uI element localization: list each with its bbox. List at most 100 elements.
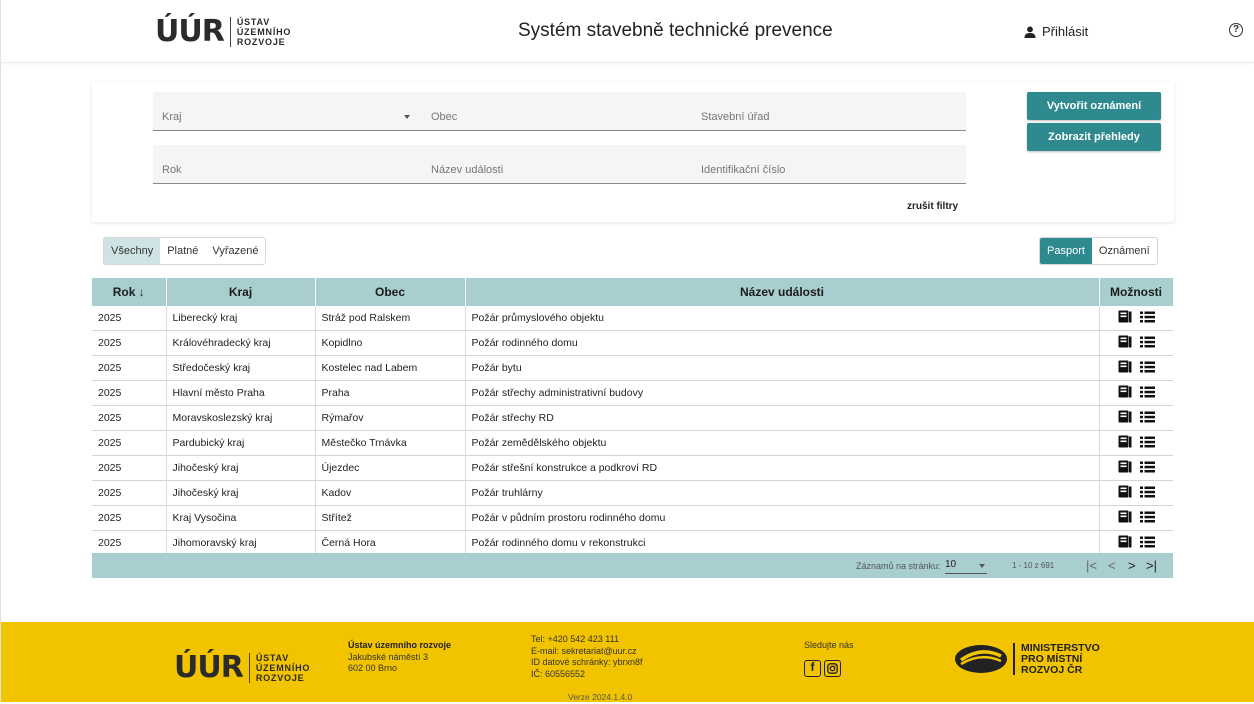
cell-actions: [1099, 330, 1173, 356]
nazev-udalosti-label: Název události: [431, 164, 504, 176]
footer-address-line: Jakubské náměstí 3: [348, 651, 429, 662]
next-page-icon[interactable]: >: [1128, 558, 1136, 573]
tab-platne[interactable]: Platné: [160, 238, 206, 264]
detail-icon[interactable]: [1118, 485, 1132, 501]
clear-filters-link[interactable]: zrušit filtry: [907, 201, 958, 212]
logo-separator: [248, 652, 250, 683]
list-icon[interactable]: [1139, 386, 1155, 401]
cell-nazev: Požár průmyslového objektu: [465, 306, 1100, 331]
column-header-rok[interactable]: Rok ↓: [92, 278, 167, 306]
ministry-separator: [1013, 643, 1015, 675]
cell-actions: [1099, 505, 1173, 531]
tab-oznameni[interactable]: Oznámení: [1091, 238, 1157, 264]
login-button[interactable]: Přihlásit: [1024, 24, 1088, 39]
identifikacni-cislo-field[interactable]: Identifikační číslo: [692, 145, 966, 184]
detail-icon[interactable]: [1118, 435, 1132, 451]
stavebni-urad-field[interactable]: Stavební úřad: [692, 92, 966, 131]
table-row[interactable]: 2025 Moravskoslezský kraj Rýmařov Požár stř…: [92, 405, 1173, 431]
prev-page-icon[interactable]: <: [1108, 558, 1116, 573]
footer-email[interactable]: E-mail: sekretariat@uur.cz: [531, 646, 643, 658]
table-row[interactable]: 2025 Kraj Vysočina Střítež Požár v půdním p…: [92, 505, 1173, 531]
social-icons: f: [804, 659, 854, 677]
cell-actions: [1099, 380, 1173, 406]
cell-kraj: Královéhradecký kraj: [166, 330, 316, 356]
follow-label: Sledujte nás: [804, 640, 854, 650]
cell-obec: Černá Hora: [315, 530, 466, 556]
detail-icon[interactable]: [1118, 460, 1132, 476]
cell-rok: 2025: [92, 455, 167, 481]
footer-org-name: Ústav územního rozvoje: [348, 640, 452, 650]
table-row[interactable]: 2025 Královéhradecký kraj Kopidlno Požár ro…: [92, 330, 1173, 356]
per-page-label: Záznamů na stránku:: [856, 561, 941, 571]
user-icon: [1024, 26, 1036, 38]
nazev-udalosti-field[interactable]: Název události: [422, 145, 692, 184]
list-icon[interactable]: [1139, 461, 1155, 476]
footer-ic: IČ: 60556552: [531, 668, 586, 679]
cell-nazev: Požár střešní konstrukce a podkroví RD: [465, 455, 1100, 481]
uur-logo-text: ÚSTAV ÚZEMNÍHO ROZVOJE: [256, 653, 310, 683]
cell-obec: Kadov: [315, 480, 466, 506]
detail-icon[interactable]: [1118, 335, 1132, 351]
table-row[interactable]: 2025 Středočeský kraj Kostelec nad Labem Po…: [92, 355, 1173, 381]
row-actions: [1106, 510, 1168, 526]
table-row[interactable]: 2025 Jihomoravský kraj Černá Hora Požár rod…: [92, 530, 1173, 556]
cell-rok: 2025: [92, 355, 167, 381]
detail-icon[interactable]: [1118, 385, 1132, 401]
table-row[interactable]: 2025 Pardubický kraj Městečko Trnávka Požár…: [92, 430, 1173, 456]
tab-vsechny[interactable]: Všechny: [104, 238, 161, 264]
cell-kraj: Hlavní město Praha: [166, 380, 316, 406]
app-header: ÚÚR ÚSTAV ÚZEMNÍHO ROZVOJE Systém staveb…: [0, 0, 1254, 63]
cell-nazev: Požár střechy administrativní budovy: [465, 380, 1100, 406]
list-icon[interactable]: [1139, 486, 1155, 501]
column-header-moznosti: Možnosti: [1099, 278, 1174, 306]
list-icon[interactable]: [1139, 336, 1155, 351]
logo-separator: [229, 16, 231, 47]
pagination-bar: Záznamů na stránku: 10 1 - 10 z 691 |< <…: [92, 553, 1173, 578]
identifikacni-cislo-label: Identifikační číslo: [701, 164, 786, 176]
cell-kraj: Jihočeský kraj: [166, 455, 316, 481]
column-header-obec[interactable]: Obec: [315, 278, 466, 306]
cell-kraj: Středočeský kraj: [166, 355, 316, 381]
table-row[interactable]: 2025 Liberecký kraj Stráž pod Ralskem Požár…: [92, 306, 1173, 331]
table-row[interactable]: 2025 Jihočeský kraj Kadov Požár truhlárny: [92, 480, 1173, 506]
help-icon[interactable]: ?: [1229, 23, 1243, 37]
kraj-select[interactable]: Kraj: [153, 92, 422, 131]
list-icon[interactable]: [1139, 536, 1155, 551]
rok-field[interactable]: Rok: [153, 145, 422, 184]
column-header-nazev[interactable]: Název události: [465, 278, 1100, 306]
instagram-icon[interactable]: [824, 659, 841, 677]
list-icon[interactable]: [1139, 436, 1155, 451]
cell-rok: 2025: [92, 480, 167, 506]
tab-pasport[interactable]: Pasport: [1040, 238, 1092, 264]
facebook-icon[interactable]: f: [804, 659, 821, 677]
first-page-icon[interactable]: |<: [1086, 558, 1097, 573]
list-icon[interactable]: [1139, 511, 1155, 526]
uur-logo[interactable]: ÚÚR ÚSTAV ÚZEMNÍHO ROZVOJE: [155, 14, 291, 49]
login-label: Přihlásit: [1042, 24, 1089, 39]
detail-icon[interactable]: [1118, 535, 1132, 551]
events-table: Rok ↓ Kraj Obec Název události Možnosti …: [92, 278, 1174, 556]
detail-icon[interactable]: [1118, 410, 1132, 426]
list-icon[interactable]: [1139, 361, 1155, 376]
show-reports-button[interactable]: Zobrazit přehledy: [1027, 123, 1161, 151]
detail-icon[interactable]: [1118, 360, 1132, 376]
cell-nazev: Požár v půdním prostoru rodinného domu: [465, 505, 1100, 531]
rok-label: Rok: [162, 164, 182, 176]
cell-actions: [1099, 306, 1173, 331]
row-actions: [1106, 310, 1168, 326]
list-icon[interactable]: [1139, 311, 1155, 326]
column-header-kraj[interactable]: Kraj: [166, 278, 316, 306]
row-actions: [1106, 360, 1168, 376]
last-page-icon[interactable]: >|: [1146, 558, 1157, 573]
table-row[interactable]: 2025 Hlavní město Praha Praha Požár střechy…: [92, 380, 1173, 406]
obec-field[interactable]: Obec: [422, 92, 692, 131]
create-notice-button[interactable]: Vytvořit oznámení: [1027, 92, 1161, 120]
detail-icon[interactable]: [1118, 310, 1132, 326]
detail-icon[interactable]: [1118, 510, 1132, 526]
cell-obec: Městečko Trnávka: [315, 430, 466, 456]
per-page-select[interactable]: 10: [945, 557, 987, 574]
ministry-line: ROZVOJ ČR: [1021, 663, 1083, 676]
list-icon[interactable]: [1139, 411, 1155, 426]
tab-vyrazene[interactable]: Vyřazené: [205, 238, 266, 264]
table-row[interactable]: 2025 Jihočeský kraj Újezdec Požár střešní k…: [92, 455, 1173, 481]
